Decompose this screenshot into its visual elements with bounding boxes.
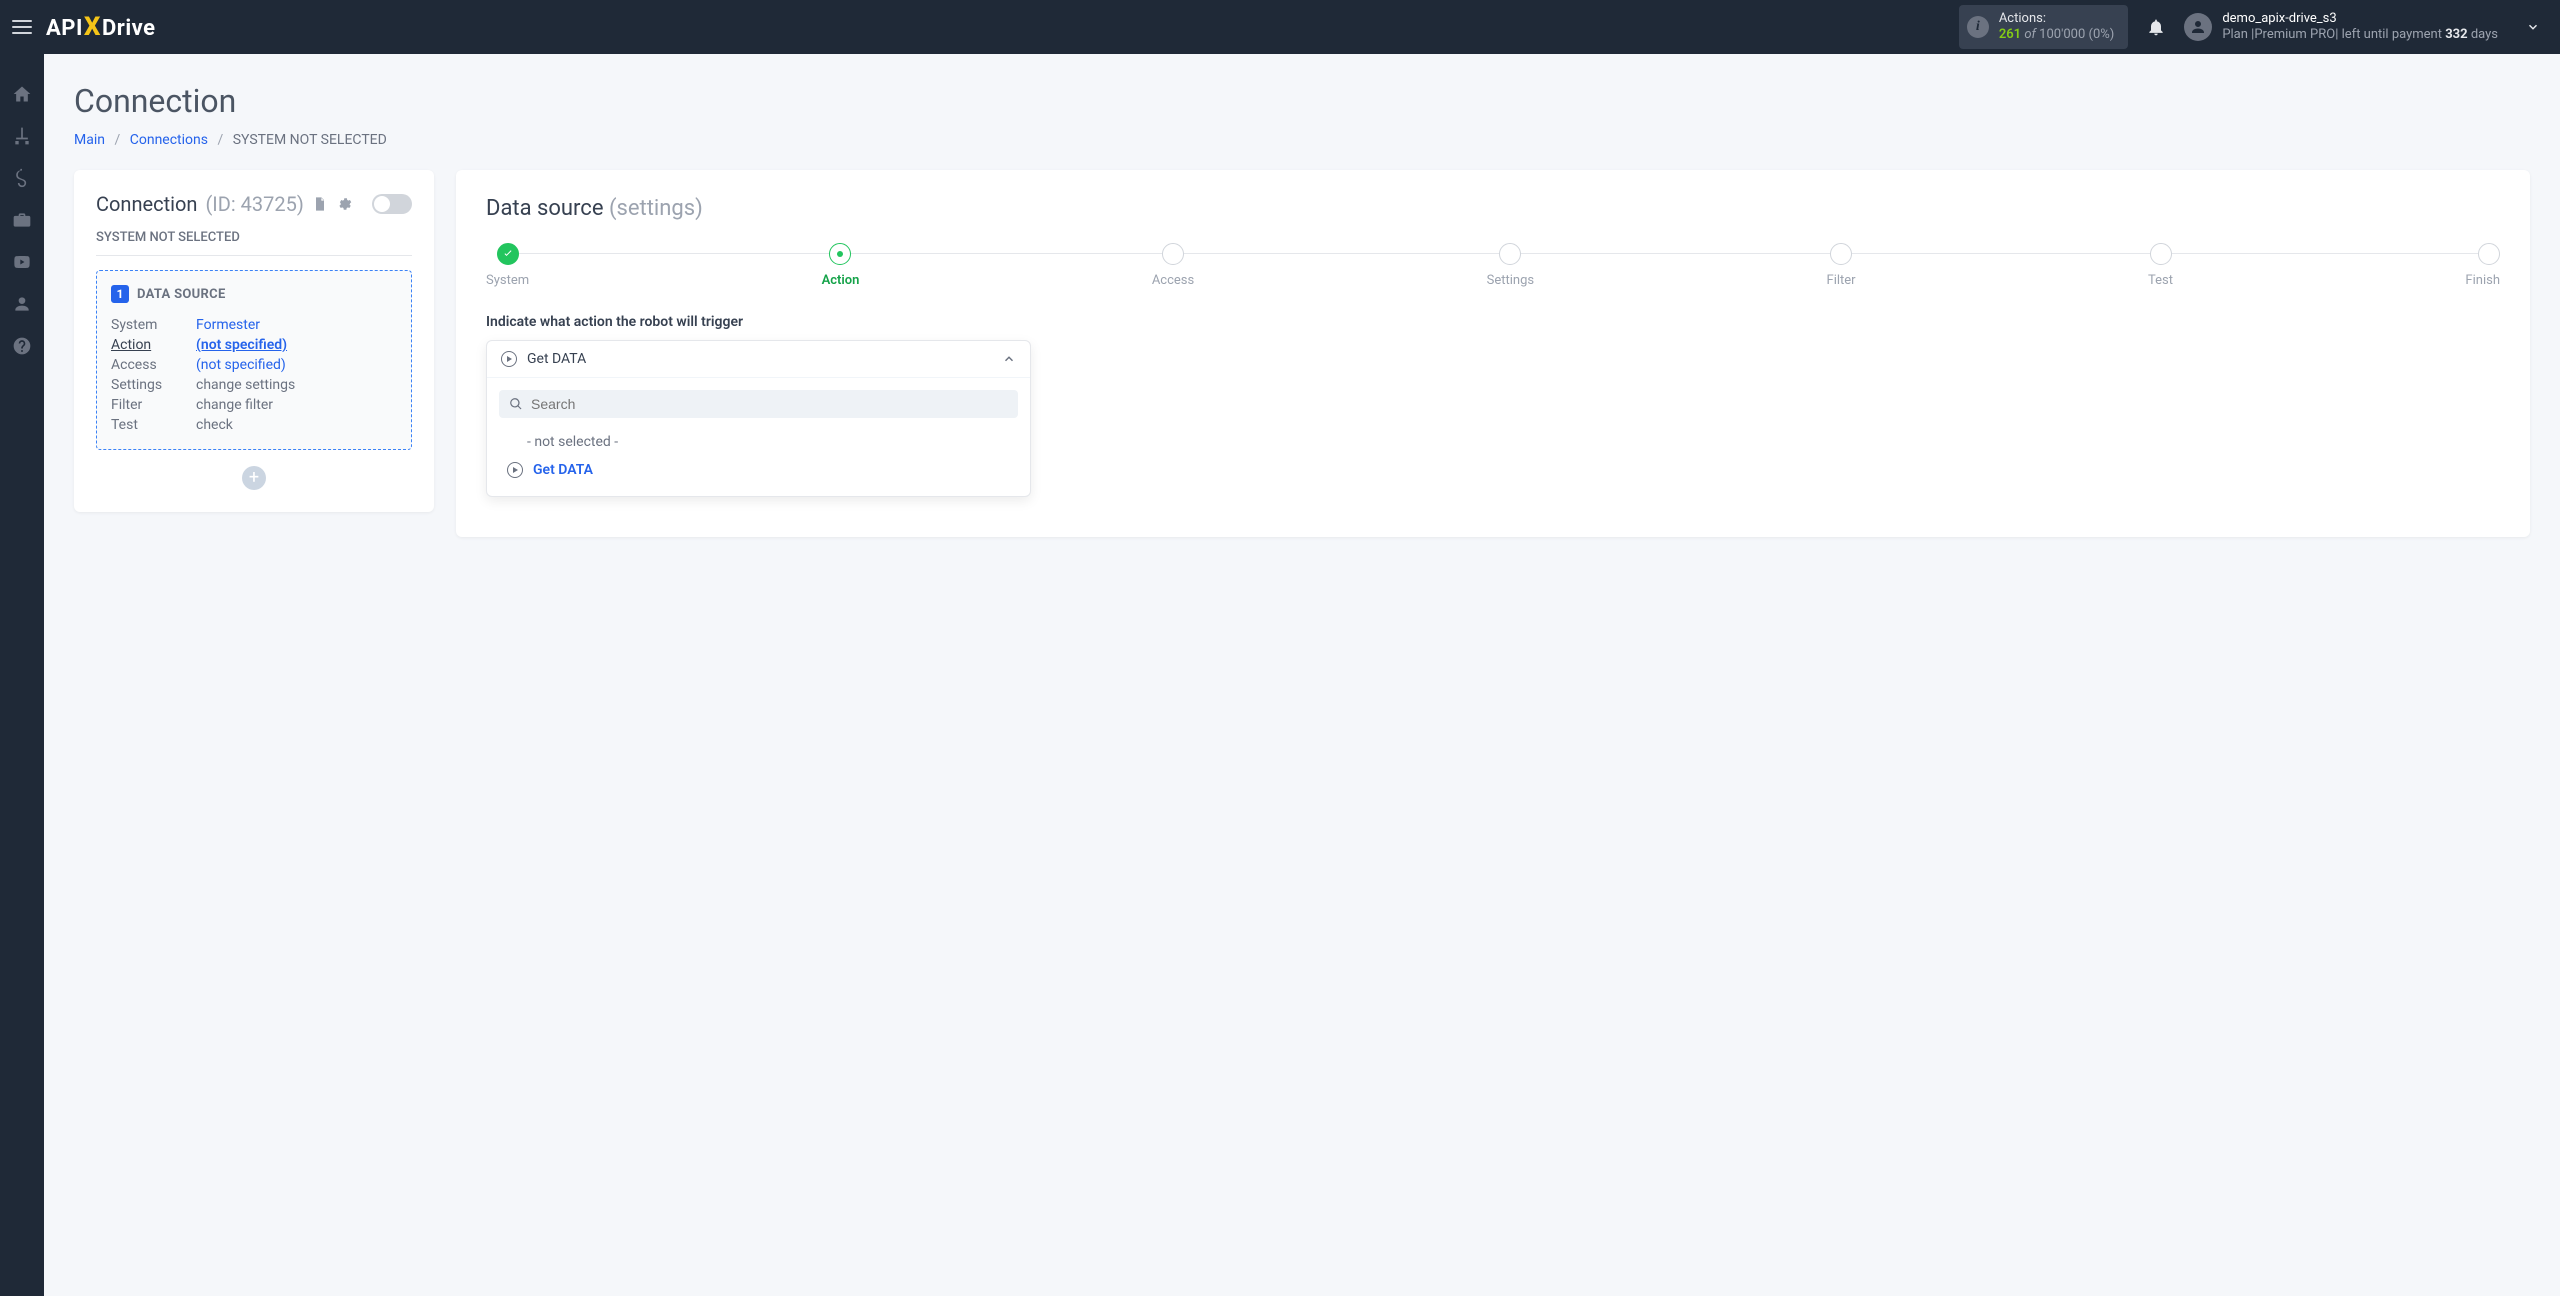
ds-row-settings[interactable]: Settings change settings [111, 375, 397, 395]
play-icon [501, 351, 517, 367]
step-system[interactable]: System [486, 243, 529, 288]
step-test[interactable]: Test [2148, 243, 2173, 288]
actions-value: 261 of 100'000 (0%) [1999, 27, 2114, 43]
document-icon[interactable] [312, 196, 328, 212]
option-not-selected[interactable]: - not selected - [499, 428, 1018, 456]
user-menu[interactable]: demo_apix-drive_s3 Plan |Premium PRO| le… [2184, 11, 2548, 42]
connection-toggle[interactable] [372, 194, 412, 214]
add-destination-button[interactable]: + [242, 466, 266, 490]
sitemap-icon[interactable] [12, 126, 32, 146]
actions-usage[interactable]: i Actions: 261 of 100'000 (0%) [1959, 5, 2128, 48]
help-icon[interactable] [12, 336, 32, 356]
action-selected-value: Get DATA [527, 351, 992, 367]
data-source-title: DATA SOURCE [137, 287, 226, 302]
connection-title: Connection [96, 192, 197, 216]
data-source-number: 1 [111, 285, 129, 303]
action-select-toggle[interactable]: Get DATA [487, 341, 1030, 378]
gear-icon[interactable] [336, 196, 352, 212]
data-source-settings-card: Data source (settings) System Action Acc… [456, 170, 2530, 537]
logo-text-drive: Drive [102, 16, 156, 41]
settings-title: Data source (settings) [486, 196, 2500, 221]
crumb-main[interactable]: Main [74, 132, 105, 148]
notifications-icon[interactable] [2146, 17, 2166, 37]
step-settings[interactable]: Settings [1487, 243, 1534, 288]
connection-id: (ID: 43725) [205, 192, 303, 216]
actions-label: Actions: [1999, 11, 2114, 27]
step-access[interactable]: Access [1152, 243, 1194, 288]
logo[interactable]: API X Drive [46, 12, 156, 42]
dollar-icon[interactable] [12, 168, 32, 188]
ds-row-access[interactable]: Access (not specified) [111, 355, 397, 375]
ds-row-filter[interactable]: Filter change filter [111, 395, 397, 415]
logo-text-api: API [46, 16, 83, 41]
home-icon[interactable] [12, 84, 32, 104]
ds-row-system[interactable]: System Formester [111, 315, 397, 335]
action-dropdown: - not selected - Get DATA [487, 378, 1030, 496]
action-search-input[interactable] [531, 396, 1008, 412]
action-field-label: Indicate what action the robot will trig… [486, 314, 2500, 330]
step-finish[interactable]: Finish [2465, 243, 2500, 288]
page-title: Connection [74, 82, 2530, 120]
connection-subtitle: SYSTEM NOT SELECTED [96, 230, 412, 256]
sidebar [0, 54, 44, 1296]
avatar-icon [2184, 13, 2212, 41]
topbar: API X Drive i Actions: 261 of 100'000 (0… [0, 0, 2560, 54]
step-dot-done [497, 243, 519, 265]
logo-text-x: X [84, 12, 101, 42]
crumb-connections[interactable]: Connections [130, 132, 208, 148]
play-icon [507, 462, 523, 478]
step-filter[interactable]: Filter [1827, 243, 1856, 288]
step-action[interactable]: Action [822, 243, 860, 288]
data-source-box: 1 DATA SOURCE System Formester Action (n… [96, 270, 412, 450]
crumb-current: SYSTEM NOT SELECTED [233, 132, 387, 148]
username: demo_apix-drive_s3 [2222, 11, 2498, 27]
briefcase-icon[interactable] [12, 210, 32, 230]
youtube-icon[interactable] [12, 252, 32, 272]
ds-row-action[interactable]: Action (not specified) [111, 335, 397, 355]
option-get-data[interactable]: Get DATA [499, 456, 1018, 484]
action-search[interactable] [499, 390, 1018, 418]
chevron-down-icon [2526, 20, 2540, 34]
chevron-up-icon [1002, 352, 1016, 366]
step-dot-current [829, 243, 851, 265]
ds-row-test[interactable]: Test check [111, 415, 397, 435]
user-icon[interactable] [12, 294, 32, 314]
main: Connection Main / Connections / SYSTEM N… [44, 54, 2560, 565]
connection-card: Connection (ID: 43725) SYSTEM NOT SELECT… [74, 170, 434, 512]
plan-line: Plan |Premium PRO| left until payment 33… [2222, 27, 2498, 43]
search-icon [509, 397, 523, 411]
menu-toggle[interactable] [12, 17, 32, 37]
action-select: Get DATA - not selected - Get DATA [486, 340, 1031, 497]
wizard-stepper: System Action Access Settings Filter [486, 243, 2500, 288]
breadcrumb: Main / Connections / SYSTEM NOT SELECTED [74, 132, 2530, 148]
info-icon: i [1967, 16, 1989, 38]
